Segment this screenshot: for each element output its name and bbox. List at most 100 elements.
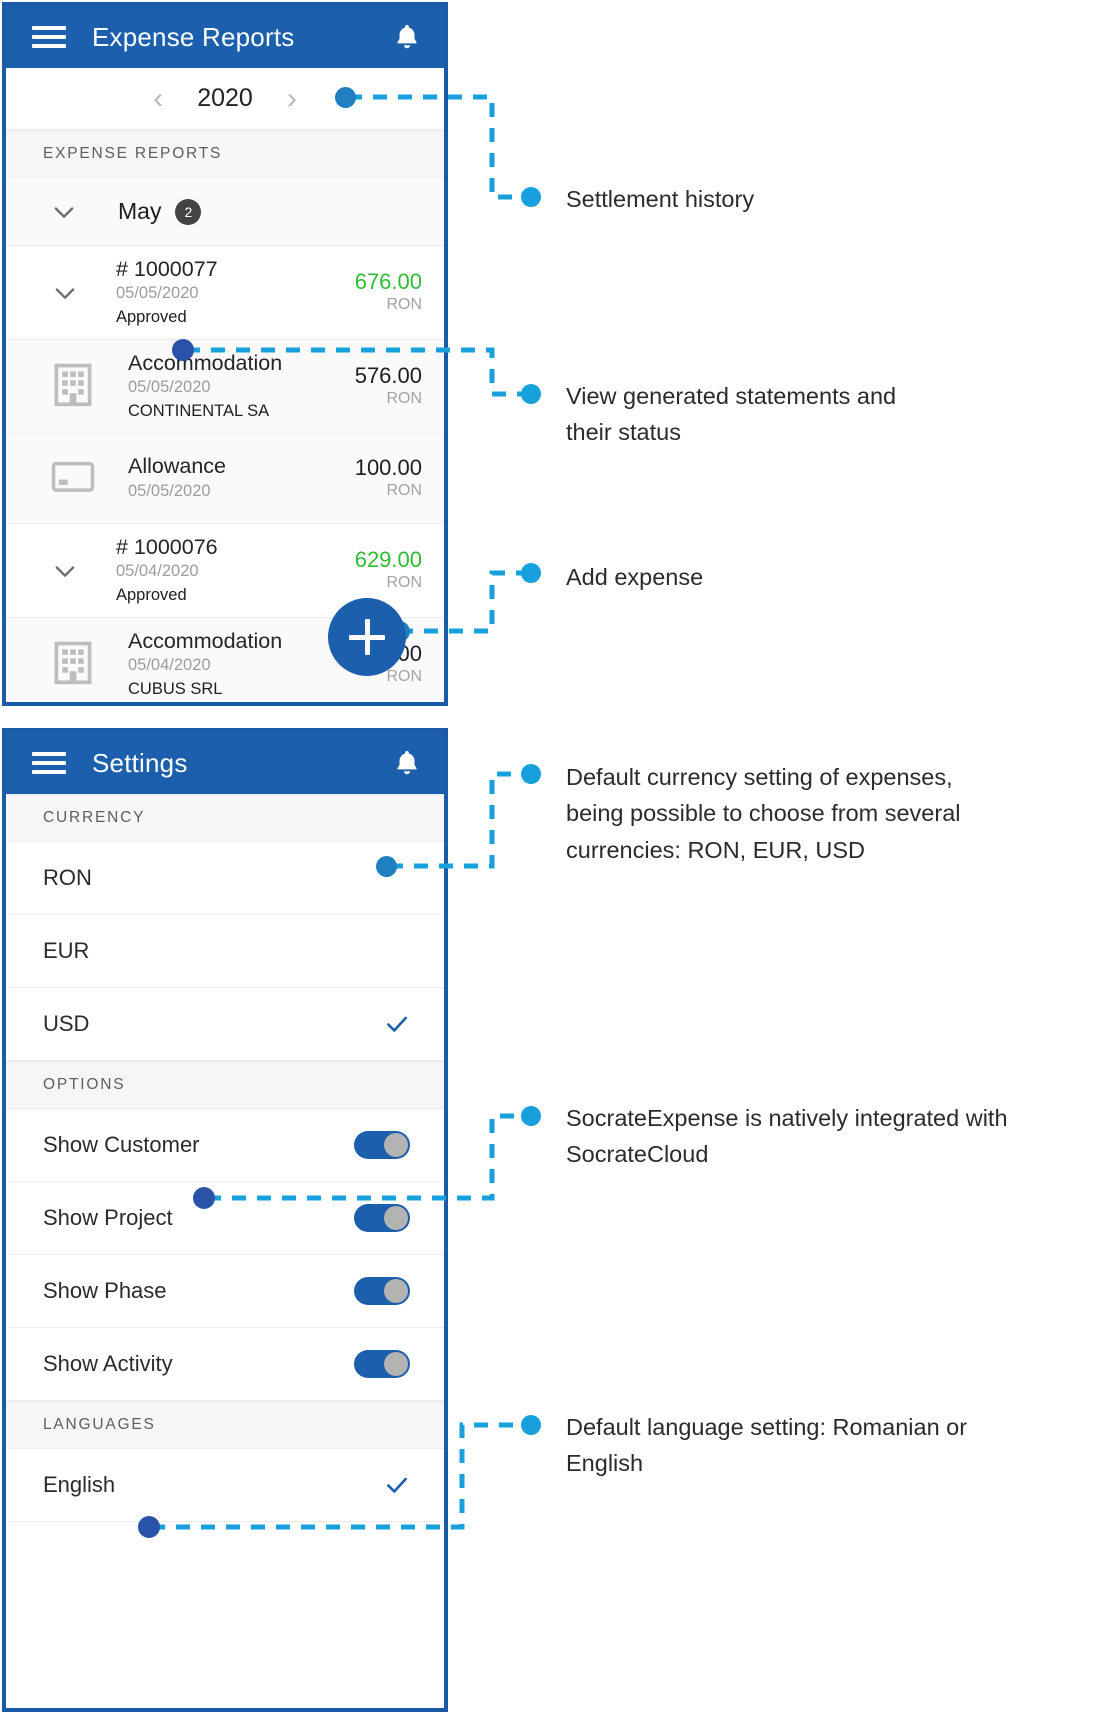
row-text-block: # 1000077 05/05/2020 Approved xyxy=(80,256,355,329)
row-text-block: Allowance 05/05/2020 xyxy=(102,453,355,503)
annotation-native-integration: SocrateExpense is natively integrated wi… xyxy=(566,1100,1094,1173)
toggle-show-activity[interactable] xyxy=(354,1350,410,1378)
row-amount-block: 576.00 RON xyxy=(355,363,422,409)
option-show-customer[interactable]: Show Customer xyxy=(6,1109,444,1182)
expand-report-toggle[interactable] xyxy=(50,279,80,307)
expense-vendor: CONTINENTAL SA xyxy=(128,402,270,421)
hamburger-icon[interactable] xyxy=(32,751,66,775)
currency-option-usd[interactable]: USD xyxy=(6,988,444,1061)
annotation-default-currency: Default currency setting of expenses, be… xyxy=(566,759,1086,868)
option-label: Show Customer xyxy=(43,1132,200,1157)
building-icon xyxy=(50,638,102,691)
section-header-currency: CURRENCY xyxy=(6,794,444,842)
currency-label: USD xyxy=(43,1011,90,1036)
report-currency: RON xyxy=(386,573,422,591)
expense-date: 05/05/2020 xyxy=(128,481,211,500)
anchor-dot-default-currency xyxy=(376,856,397,877)
currency-option-eur[interactable]: EUR xyxy=(6,915,444,988)
section-header-languages: LANGUAGES xyxy=(6,1401,444,1449)
anchor-dot-view-statements xyxy=(172,339,194,361)
chevron-down-icon xyxy=(55,565,75,577)
check-icon xyxy=(387,1477,407,1493)
expense-date: 05/04/2020 xyxy=(128,656,211,675)
report-number: # 1000077 xyxy=(116,256,218,281)
toggle-knob xyxy=(384,1206,408,1230)
report-number: # 1000076 xyxy=(116,534,218,559)
report-date: 05/05/2020 xyxy=(116,284,199,303)
next-year-button[interactable]: › xyxy=(287,83,297,114)
toggle-show-phase[interactable] xyxy=(354,1277,410,1305)
annotation-line: SocrateExpense is natively integrated wi… xyxy=(566,1105,1008,1131)
settings-appbar: Settings xyxy=(6,732,444,794)
expense-type: Accommodation xyxy=(128,628,283,653)
callout-dot-native-integration xyxy=(521,1106,541,1126)
chevron-down-icon[interactable] xyxy=(50,198,78,226)
report-amount: 676.00 xyxy=(354,269,422,295)
option-label: Show Project xyxy=(43,1205,173,1230)
prev-year-button[interactable]: ‹ xyxy=(153,83,163,114)
option-show-project[interactable]: Show Project xyxy=(6,1182,444,1255)
callout-dot-default-currency xyxy=(521,764,541,784)
callout-dot-view-statements xyxy=(521,384,541,404)
table-row[interactable]: Allowance 05/05/2020 100.00 RON xyxy=(6,434,444,524)
report-currency: RON xyxy=(386,295,422,313)
annotation-default-language: Default language setting: Romanian or En… xyxy=(566,1409,1076,1482)
expense-reports-phone-frame: Expense Reports ‹ 2020 › EXPENSE REPORTS… xyxy=(2,2,448,706)
year-selector: ‹ 2020 › xyxy=(6,68,444,130)
add-expense-fab[interactable] xyxy=(328,598,406,676)
annotation-line: SocrateCloud xyxy=(566,1141,709,1168)
expense-amount: 100.00 xyxy=(354,455,422,481)
page-title: Settings xyxy=(92,747,188,778)
bell-icon[interactable] xyxy=(392,21,422,53)
expense-date: 05/05/2020 xyxy=(128,378,211,397)
option-label: Show Activity xyxy=(43,1351,173,1376)
expense-amount: 576.00 xyxy=(354,363,422,389)
section-header-expense-reports: EXPENSE REPORTS xyxy=(6,130,444,178)
row-amount-block: 676.00 RON xyxy=(355,269,422,315)
reports-appbar: Expense Reports xyxy=(6,6,444,68)
annotation-line: being possible to choose from several xyxy=(566,800,961,827)
hamburger-icon[interactable] xyxy=(32,25,66,49)
annotation-settlement-history: Settlement history xyxy=(566,181,1066,217)
toggle-knob xyxy=(384,1279,408,1303)
option-show-activity[interactable]: Show Activity xyxy=(6,1328,444,1401)
toggle-show-project[interactable] xyxy=(354,1204,410,1232)
toggle-show-customer[interactable] xyxy=(354,1131,410,1159)
row-amount-block: 100.00 RON xyxy=(355,455,422,501)
expense-type: Accommodation xyxy=(128,350,283,375)
building-icon xyxy=(50,360,102,413)
annotation-line: Default currency setting of expenses, xyxy=(566,764,953,790)
currency-option-ron[interactable]: RON xyxy=(6,842,444,915)
table-row[interactable]: Accommodation 05/05/2020 CONTINENTAL SA … xyxy=(6,340,444,434)
table-row[interactable]: # 1000077 05/05/2020 Approved 676.00 RON xyxy=(6,246,444,340)
currency-label: RON xyxy=(43,865,92,890)
annotation-add-expense: Add expense xyxy=(566,559,1066,595)
language-label: English xyxy=(43,1472,116,1497)
annotation-line: Settlement history xyxy=(566,186,755,212)
callout-dot-default-language xyxy=(521,1415,541,1435)
row-text-block: # 1000076 05/04/2020 Approved xyxy=(80,534,355,607)
row-text-block: Accommodation 05/05/2020 CONTINENTAL SA xyxy=(102,350,355,423)
bell-icon[interactable] xyxy=(392,747,422,779)
annotation-line: View generated statements and xyxy=(566,383,897,409)
language-option-english[interactable]: English xyxy=(6,1449,444,1522)
annotation-line: currencies: RON, EUR, USD xyxy=(566,836,866,863)
anchor-dot-settlement-history xyxy=(335,87,356,108)
option-show-phase[interactable]: Show Phase xyxy=(6,1255,444,1328)
expand-report-toggle[interactable] xyxy=(50,557,80,585)
anchor-dot-native-integration xyxy=(193,1187,215,1209)
annotation-line: English xyxy=(566,1450,644,1477)
check-icon xyxy=(387,1016,407,1032)
callout-dot-settlement-history xyxy=(521,187,541,207)
report-status: Approved xyxy=(116,586,187,605)
anchor-dot-default-language xyxy=(138,1516,160,1538)
month-count-badge: 2 xyxy=(175,198,202,225)
expense-currency: RON xyxy=(386,481,422,499)
row-amount-block: 629.00 RON xyxy=(355,547,422,593)
report-date: 05/04/2020 xyxy=(116,562,199,581)
option-label: Show Phase xyxy=(43,1278,167,1303)
year-label: 2020 xyxy=(197,84,253,112)
chevron-down-icon xyxy=(55,287,75,299)
month-group-row[interactable]: May 2 xyxy=(6,178,444,246)
row-text-block: Accommodation 05/04/2020 CUBUS SRL xyxy=(102,628,355,701)
